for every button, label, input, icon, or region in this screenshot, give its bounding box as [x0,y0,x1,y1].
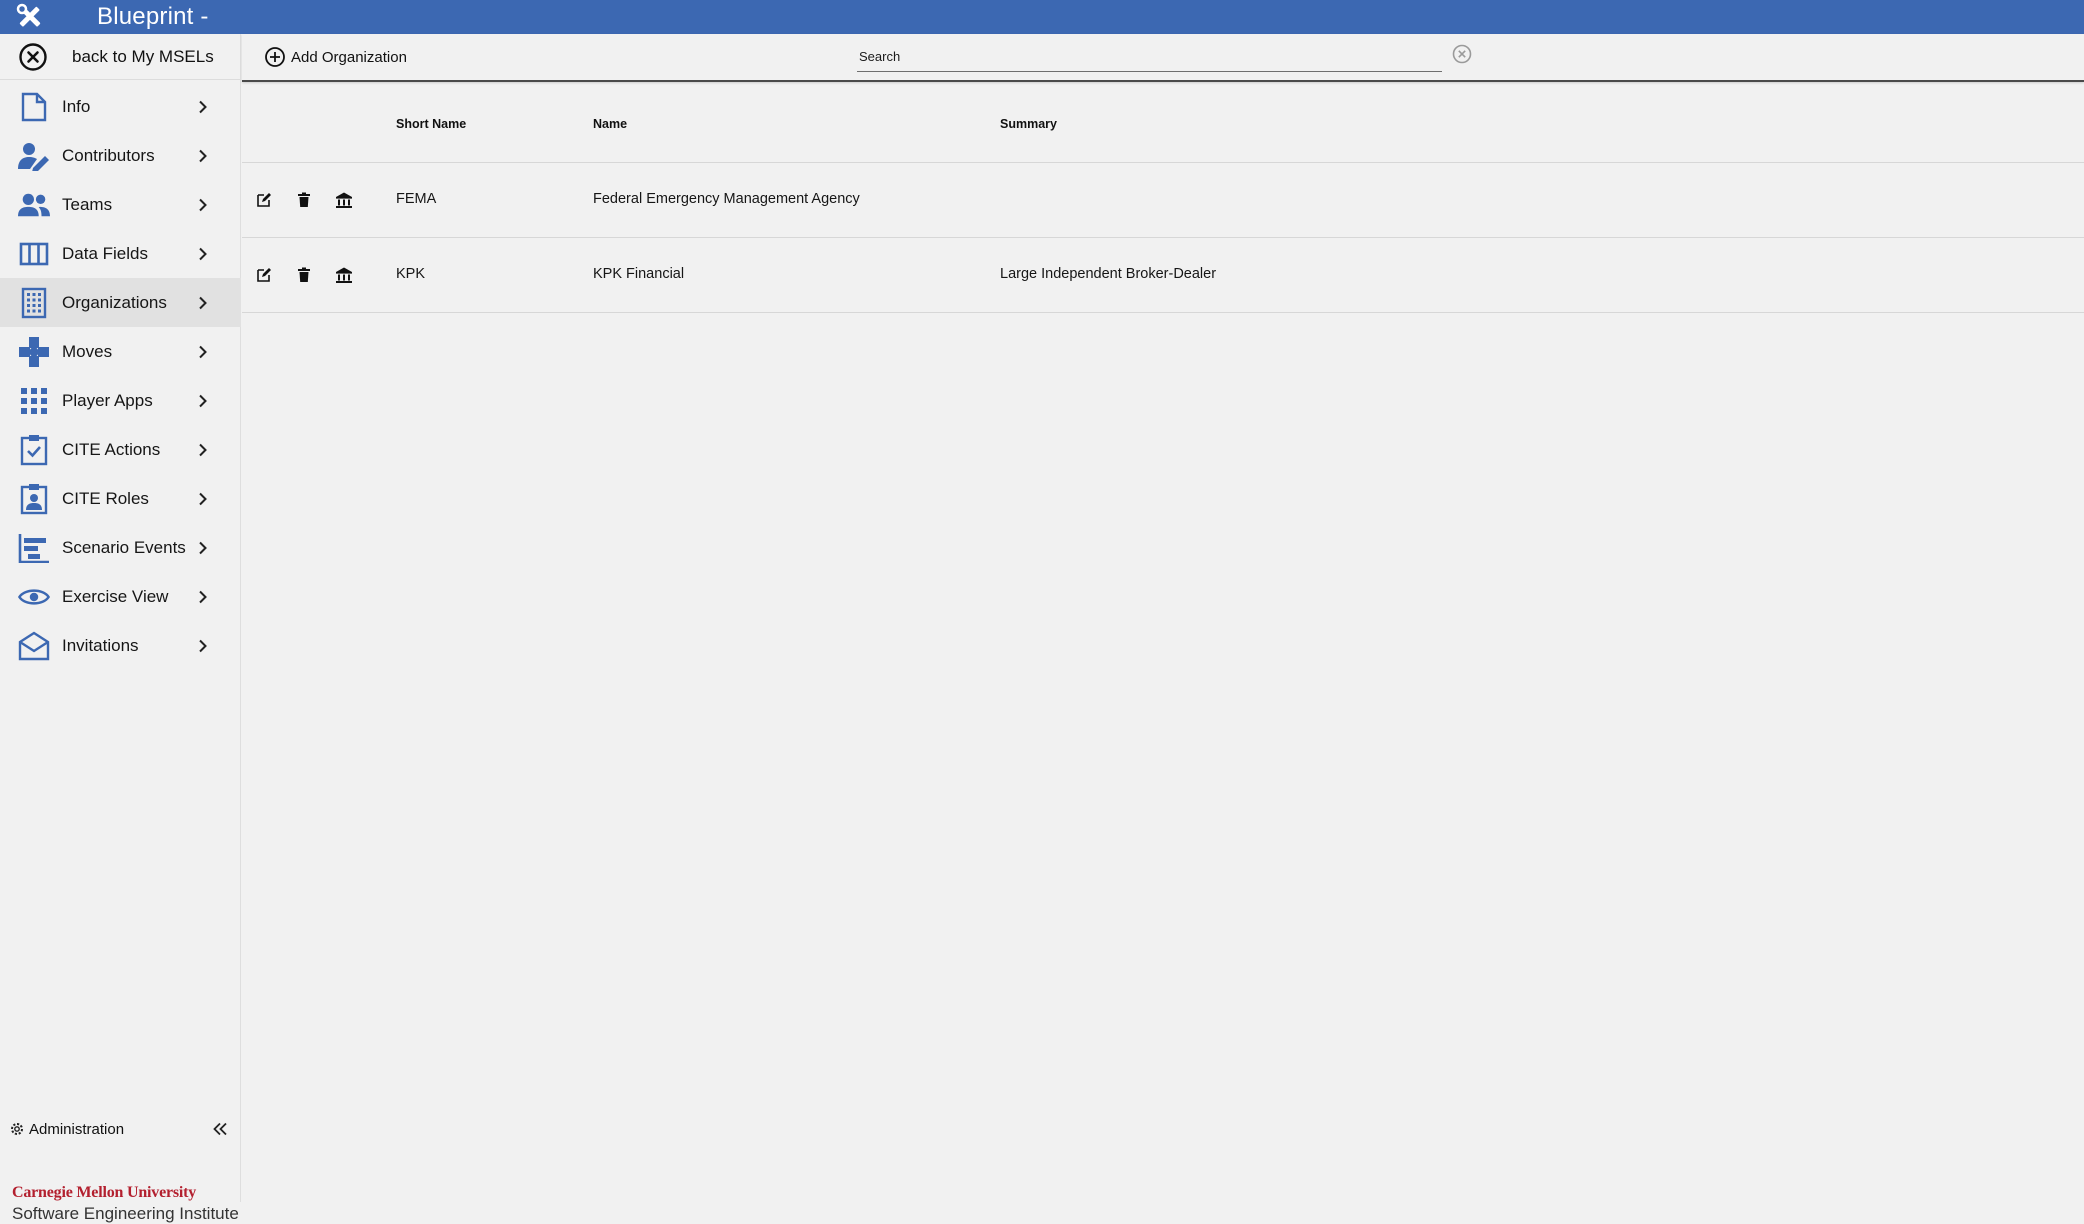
column-header-short-name[interactable]: Short Name [396,117,466,131]
sidebar-item-label: Player Apps [62,390,153,410]
sidebar-item-data-fields[interactable]: Data Fields [0,229,241,278]
cmu-wordmark: Carnegie Mellon University [12,1184,197,1201]
clipboard-person-icon [18,483,50,515]
columns-icon [18,238,50,270]
sidebar-item-label: Contributors [62,145,155,165]
sidebar-item-contributors[interactable]: Contributors [0,131,241,180]
delete-icon[interactable] [294,190,314,210]
blueprint-tools-icon [15,2,45,32]
eye-icon [18,581,50,613]
chevron-right-icon [196,492,210,506]
edit-icon[interactable] [254,265,274,285]
chevron-right-icon [196,247,210,261]
timeline-icon [18,532,50,564]
add-circle-icon [264,46,286,68]
administration-row: Administration [0,1112,241,1146]
table-row: FEMA Federal Emergency Management Agency [242,163,2084,238]
sidebar-item-label: CITE Roles [62,488,149,508]
sidebar-item-cite-roles[interactable]: CITE Roles [0,474,241,523]
moves-icon [18,336,50,368]
building-icon [18,287,50,319]
column-header-name[interactable]: Name [593,117,627,131]
sidebar-item-cite-actions[interactable]: CITE Actions [0,425,241,474]
toolbar: Add Organization [242,34,2084,82]
sidebar-item-teams[interactable]: Teams [0,180,241,229]
cell-short-name: KPK [396,266,426,282]
chevron-right-icon [196,296,210,310]
envelope-icon [18,630,50,662]
chevron-right-icon [196,590,210,604]
sidebar-item-info[interactable]: Info [0,82,241,131]
search-input[interactable] [857,44,1442,68]
chevron-right-icon [196,443,210,457]
organization-bank-icon[interactable] [334,265,354,285]
add-organization-button[interactable]: Add Organization [264,46,407,68]
cell-summary: Large Independent Broker-Dealer [1000,266,1217,282]
clear-search-icon[interactable] [1451,43,1473,65]
back-to-msels-label: back to My MSELs [72,46,214,66]
sidebar: back to My MSELs Info Contributors Teams… [0,34,241,1223]
sidebar-item-label: Info [62,96,91,116]
collapse-sidebar-button[interactable] [210,1119,230,1139]
gear-icon [9,1121,25,1137]
search-field [857,44,1442,72]
main-content: Add Organization Short Name Name Summary… [242,34,2084,1202]
sidebar-item-label: Exercise View [62,586,169,606]
chevron-right-icon [196,345,210,359]
table-header: Short Name Name Summary [242,83,2084,163]
cell-name: KPK Financial [593,266,685,282]
sei-wordmark: Software Engineering Institute [12,1204,239,1223]
chevron-right-icon [196,149,210,163]
organizations-table: Short Name Name Summary FEMA Federal Eme… [242,83,2084,313]
table-row: KPK KPK Financial Large Independent Brok… [242,238,2084,313]
clipboard-check-icon [18,434,50,466]
chevron-right-icon [196,639,210,653]
sidebar-item-label: CITE Actions [62,439,161,459]
organization-bank-icon[interactable] [334,190,354,210]
sidebar-item-label: Data Fields [62,243,148,263]
sidebar-item-player-apps[interactable]: Player Apps [0,376,241,425]
sidebar-item-moves[interactable]: Moves [0,327,241,376]
close-circle-icon [17,41,49,73]
apps-grid-icon [18,385,50,417]
app-header: Blueprint - [0,0,2084,34]
person-edit-icon [18,140,50,172]
sidebar-item-label: Teams [62,194,113,214]
sidebar-item-invitations[interactable]: Invitations [0,621,241,670]
back-to-msels-button[interactable]: back to My MSELs [0,34,240,80]
people-icon [18,189,50,221]
cell-name: Federal Emergency Management Agency [593,191,860,207]
chevron-right-icon [196,541,210,555]
document-icon [18,91,50,123]
sidebar-item-label: Organizations [62,292,167,312]
sidebar-item-label: Scenario Events [62,537,186,557]
app-title: Blueprint - [97,3,209,30]
chevron-right-icon [196,198,210,212]
administration-link[interactable]: Administration [29,1121,124,1138]
sidebar-item-scenario-events[interactable]: Scenario Events [0,523,241,572]
delete-icon[interactable] [294,265,314,285]
add-organization-label: Add Organization [291,48,407,66]
chevron-right-icon [196,100,210,114]
sidebar-item-label: Invitations [62,635,139,655]
chevron-right-icon [196,394,210,408]
edit-icon[interactable] [254,190,274,210]
column-header-summary[interactable]: Summary [1000,117,1057,131]
sidebar-item-label: Moves [62,341,113,361]
cmu-sei-logo: Carnegie Mellon University Software Engi… [12,1184,239,1224]
sidebar-item-exercise-view[interactable]: Exercise View [0,572,241,621]
cell-short-name: FEMA [396,191,437,207]
sidebar-item-organizations[interactable]: Organizations [0,278,241,327]
